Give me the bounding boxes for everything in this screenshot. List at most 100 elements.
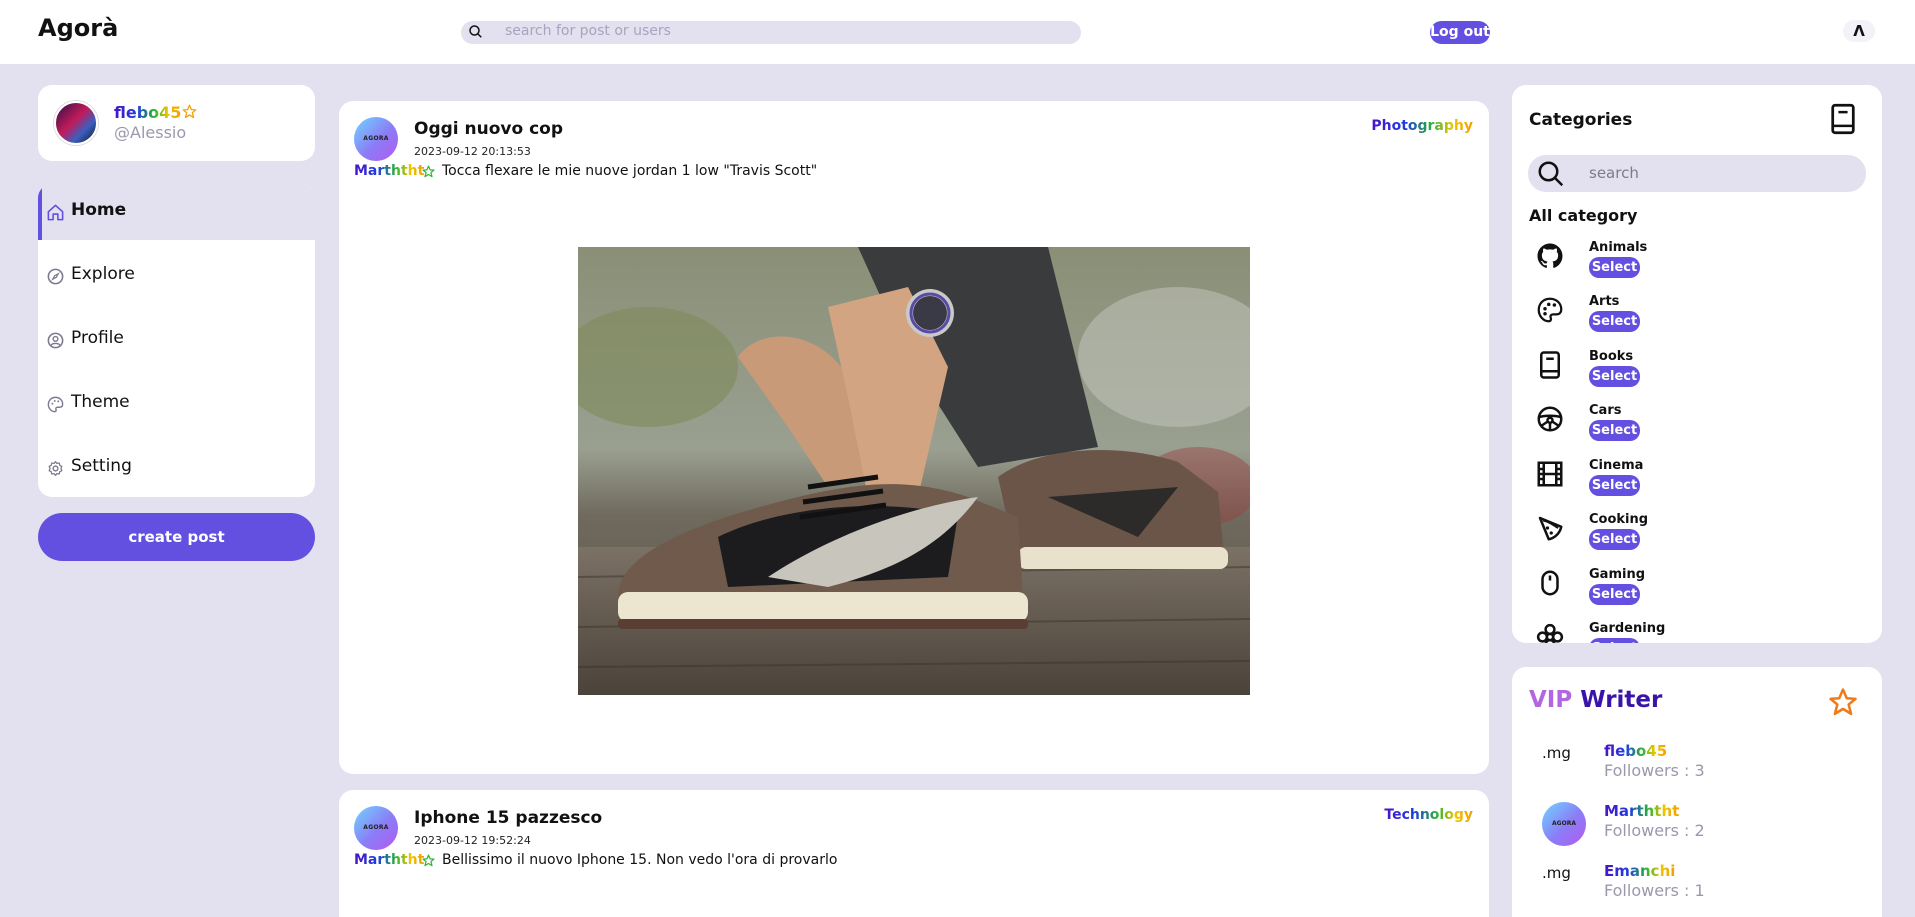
star-icon xyxy=(422,165,435,178)
writer-name[interactable]: flebo45 xyxy=(1604,742,1667,760)
vip-title-part2: Writer xyxy=(1580,687,1663,713)
vip-writer-item[interactable]: AGORA Marththt Followers : 2 xyxy=(1542,802,1862,852)
sidebar-item-label: Profile xyxy=(71,328,124,348)
home-icon xyxy=(47,204,64,221)
post-author[interactable]: Marththt xyxy=(354,163,424,179)
select-button[interactable]: Select xyxy=(1589,311,1640,332)
user-card[interactable]: flebo45 @Alessio xyxy=(38,85,315,161)
app-logo[interactable]: Agorà xyxy=(38,14,118,42)
category-search-input[interactable]: search xyxy=(1528,155,1866,192)
select-button[interactable]: Select xyxy=(1589,366,1640,387)
sidebar-item-theme[interactable]: Theme xyxy=(38,376,315,432)
category-name: Cars xyxy=(1589,403,1622,418)
post-avatar[interactable]: AGORA xyxy=(354,117,398,161)
sidebar-item-label: Home xyxy=(71,200,127,220)
create-post-button[interactable]: create post xyxy=(38,513,315,561)
category-item-gardening: Gardening Select xyxy=(1529,621,1829,643)
category-name: Cooking xyxy=(1589,512,1649,527)
theme-toggle-button[interactable]: Λ xyxy=(1843,20,1875,42)
writer-avatar-broken-image: .mg xyxy=(1542,744,1571,762)
category-name: Gardening xyxy=(1589,621,1666,636)
writer-avatar-broken-image: .mg xyxy=(1542,864,1571,882)
palette-icon xyxy=(47,396,64,413)
select-button[interactable]: Select xyxy=(1589,638,1640,643)
flower-icon xyxy=(1536,623,1564,643)
category-name: Gaming xyxy=(1589,567,1646,582)
post-category[interactable]: Photography xyxy=(1371,118,1473,134)
sidebar-item-label: Theme xyxy=(71,392,130,412)
select-button[interactable]: Select xyxy=(1589,529,1640,550)
sneaker-photo xyxy=(578,247,1250,695)
categories-title: Categories xyxy=(1529,110,1633,130)
post-text: Bellissimo il nuovo Iphone 15. Non vedo … xyxy=(442,852,838,868)
post-date: 2023-09-12 19:52:24 xyxy=(414,834,531,847)
star-icon xyxy=(182,104,197,119)
username: flebo45 xyxy=(114,103,182,122)
vip-writer-card: VIP Writer .mg flebo45 Followers : 3 AGO… xyxy=(1512,667,1882,917)
post-text: Tocca flexare le mie nuove jordan 1 low … xyxy=(442,163,818,179)
post-author[interactable]: Marththt xyxy=(354,852,424,868)
search-placeholder: search xyxy=(1589,164,1639,182)
post-title: Iphone 15 pazzesco xyxy=(414,808,603,828)
book-icon[interactable] xyxy=(1829,103,1857,135)
category-item-cooking: Cooking Select xyxy=(1529,512,1829,562)
category-item-animals: Animals Select xyxy=(1529,240,1829,290)
sidebar-item-profile[interactable]: Profile xyxy=(38,312,315,368)
post-date: 2023-09-12 20:13:53 xyxy=(414,145,531,158)
category-item-books: Books Select xyxy=(1529,349,1829,399)
user-handle: @Alessio xyxy=(114,123,187,142)
select-button[interactable]: Select xyxy=(1589,420,1640,441)
categories-card: Categories search All category Animals S… xyxy=(1512,85,1882,643)
palette-icon xyxy=(1537,297,1563,323)
post-card[interactable]: AGORA Oggi nuovo cop 2023-09-12 20:13:53… xyxy=(339,101,1489,774)
sidebar-item-label: Explore xyxy=(71,264,135,284)
search-input[interactable]: search for post or users xyxy=(461,21,1081,44)
post-title: Oggi nuovo cop xyxy=(414,119,564,139)
gear-icon xyxy=(48,460,63,477)
category-name: Animals xyxy=(1589,240,1648,255)
vip-writer-item[interactable]: .mg Emanchi Followers : 1 xyxy=(1542,862,1862,912)
writer-avatar: AGORA xyxy=(1542,802,1586,846)
top-bar: Agorà search for post or users Log out Λ xyxy=(0,0,1915,64)
category-item-cinema: Cinema Select xyxy=(1529,458,1829,508)
category-name: Books xyxy=(1589,349,1634,364)
post-category[interactable]: Technology xyxy=(1384,807,1473,823)
category-item-cars: Cars Select xyxy=(1529,403,1829,453)
github-icon xyxy=(1537,243,1563,268)
writer-name[interactable]: Marththt xyxy=(1604,802,1679,820)
category-item-arts: Arts Select xyxy=(1529,294,1829,344)
writer-followers: Followers : 2 xyxy=(1604,821,1705,840)
star-icon xyxy=(1829,688,1857,716)
star-icon xyxy=(422,854,435,867)
post-avatar[interactable]: AGORA xyxy=(354,806,398,850)
film-icon xyxy=(1537,461,1563,487)
logout-button[interactable]: Log out xyxy=(1430,21,1490,44)
vip-title-part1: VIP xyxy=(1529,687,1573,713)
select-button[interactable]: Select xyxy=(1589,257,1640,278)
post-card[interactable]: AGORA Iphone 15 pazzesco 2023-09-12 19:5… xyxy=(339,790,1489,917)
writer-followers: Followers : 3 xyxy=(1604,761,1705,780)
pizza-icon xyxy=(1538,516,1563,541)
search-placeholder: search for post or users xyxy=(505,23,671,39)
user-circle-icon xyxy=(47,332,64,349)
search-icon xyxy=(469,25,482,38)
vip-title: VIP Writer xyxy=(1529,687,1662,713)
sidebar-nav: Home Explore Profile Theme Setting xyxy=(38,184,315,497)
category-name: Arts xyxy=(1589,294,1620,309)
post-image[interactable] xyxy=(578,247,1250,695)
select-button[interactable]: Select xyxy=(1589,584,1640,605)
writer-name[interactable]: Emanchi xyxy=(1604,862,1675,880)
writer-followers: Followers : 1 xyxy=(1604,881,1705,900)
all-category-label: All category xyxy=(1529,206,1638,225)
sidebar-item-home[interactable]: Home xyxy=(38,184,315,240)
sidebar-item-explore[interactable]: Explore xyxy=(38,248,315,304)
select-button[interactable]: Select xyxy=(1589,475,1640,496)
sidebar-item-label: Setting xyxy=(71,456,132,476)
avatar[interactable] xyxy=(54,101,98,145)
vip-writer-item[interactable]: .mg flebo45 Followers : 3 xyxy=(1542,742,1862,792)
category-name: Cinema xyxy=(1589,458,1644,473)
search-icon xyxy=(1538,161,1564,187)
compass-icon xyxy=(47,268,64,285)
category-item-gaming: Gaming Select xyxy=(1529,567,1829,617)
sidebar-item-setting[interactable]: Setting xyxy=(38,440,315,496)
